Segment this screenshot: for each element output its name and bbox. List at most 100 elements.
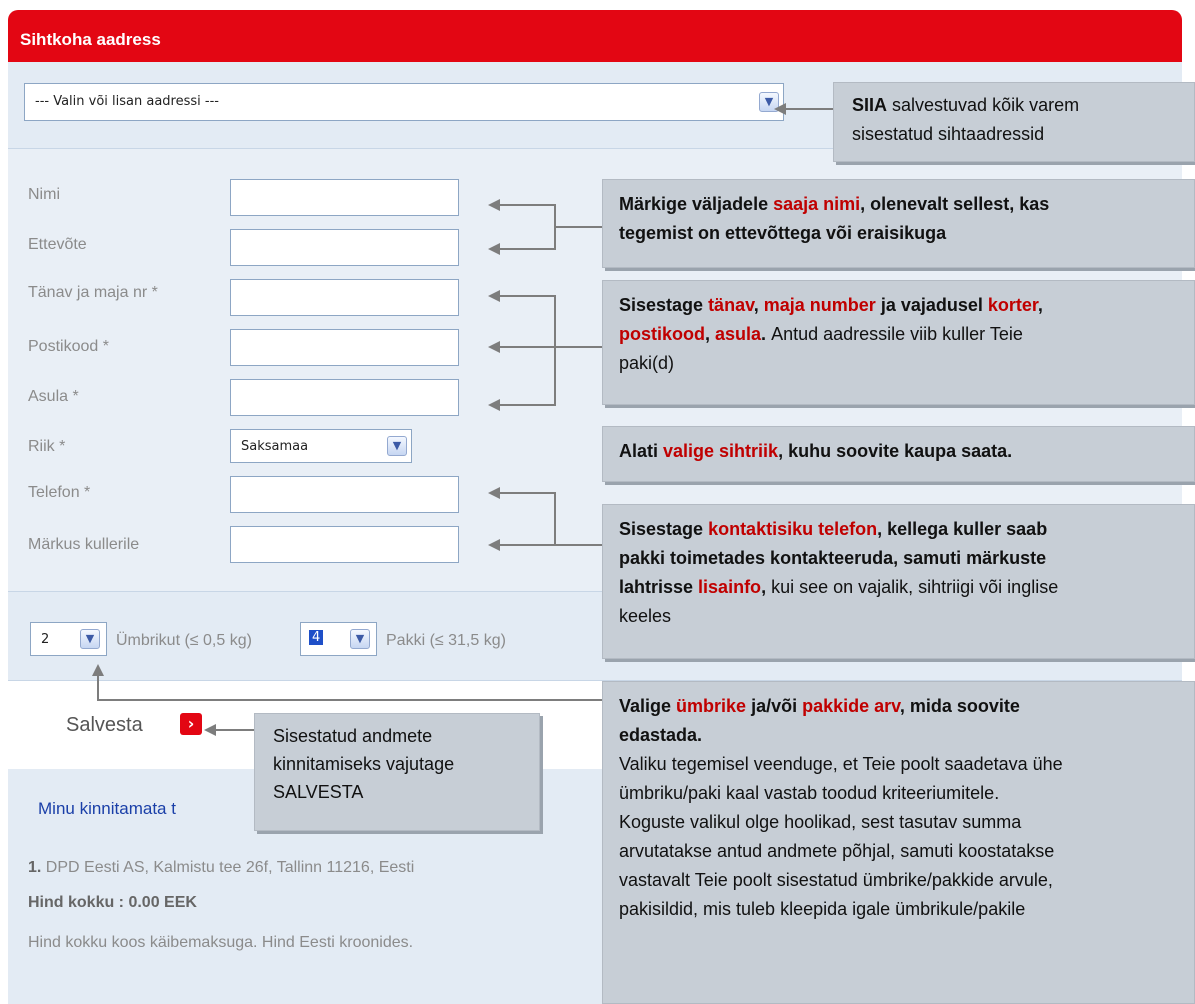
callout-highlight: kontaktisiku telefon xyxy=(708,519,878,539)
callout-text: tegemist on ettevõttega või eraisikuga xyxy=(619,223,947,243)
country-select-value: Saksamaa xyxy=(241,439,309,454)
callout-name: Märkige väljadele saaja nimi, olenevalt … xyxy=(602,179,1195,268)
chevron-down-icon[interactable]: ▼ xyxy=(80,629,100,649)
city-input[interactable] xyxy=(230,379,459,416)
arrow-up-icon xyxy=(92,664,104,676)
callout-highlight: ümbrike xyxy=(676,696,747,716)
callout-text: lahtrisse xyxy=(619,577,699,597)
arrow-left-icon xyxy=(488,199,500,211)
connector-line xyxy=(496,404,554,406)
connector-line xyxy=(496,492,554,494)
arrow-left-icon xyxy=(488,487,500,499)
connector-line xyxy=(496,204,554,206)
label-markus: Märkus kullerile xyxy=(28,536,140,553)
save-label[interactable]: Salvesta xyxy=(66,714,143,737)
connector-line xyxy=(97,676,99,700)
country-select[interactable]: Saksamaa ▼ xyxy=(230,429,412,463)
callout-text: , olenevalt sellest, kas xyxy=(860,194,1050,214)
connector-line xyxy=(212,729,254,731)
callout-save: Sisestatud andmete kinnitamiseks vajutag… xyxy=(254,713,540,831)
arrow-left-icon xyxy=(774,103,786,115)
callout-text: , xyxy=(1037,295,1043,315)
callout-text: SALVESTA xyxy=(273,782,364,802)
callout-highlight: saaja nimi xyxy=(773,194,861,214)
callout-text: keeles xyxy=(619,606,672,626)
callout-country: Alati valige sihtriik, kuhu soovite kaup… xyxy=(602,426,1195,482)
connector-line xyxy=(496,346,554,348)
summary-total-text: Hind kokku : 0.00 EEK xyxy=(28,894,197,911)
label-nimi: Nimi xyxy=(28,186,60,203)
callout-text: paki(d) xyxy=(619,353,675,373)
package-count-value: 4 xyxy=(309,630,324,645)
callout-phone: Sisestage kontaktisiku telefon, kellega … xyxy=(602,504,1195,659)
callout-siia-bold: SIIA xyxy=(852,95,888,115)
callout-text: pakki toimetades kontakteeruda, samuti m… xyxy=(619,548,1047,568)
callout-text: kinnitamiseks vajutage xyxy=(273,754,455,774)
connector-line xyxy=(496,544,554,546)
envelope-count-value: 2 xyxy=(41,632,50,647)
callout-highlight: lisainfo xyxy=(698,577,762,597)
package-count-select[interactable]: 4 ▼ xyxy=(300,622,377,656)
chevron-down-icon[interactable]: ▼ xyxy=(387,436,407,456)
callout-text: Antud aadressile viib kuller Teie xyxy=(771,324,1023,344)
summary-item-text: DPD Eesti AS, Kalmistu tee 26f, Tallinn … xyxy=(41,859,415,876)
connector-line xyxy=(556,544,602,546)
arrow-left-icon xyxy=(488,290,500,302)
callout-highlight: pakkide arv xyxy=(802,696,900,716)
callout-text: arvutatakse antud andmete põhjal, samuti… xyxy=(619,841,1055,861)
connector-line xyxy=(97,699,602,701)
callout-highlight: korter xyxy=(987,295,1038,315)
summary-total: Hind kokku : 0.00 EEK xyxy=(28,894,197,912)
callout-text: Koguste valikul olge hoolikad, sest tasu… xyxy=(619,812,1022,832)
callout-text: Valige xyxy=(619,696,677,716)
connector-line xyxy=(556,346,602,348)
callout-text: , mida soovite xyxy=(899,696,1020,716)
envelope-label: Ümbrikut (≤ 0,5 kg) xyxy=(116,632,252,649)
label-tanav: Tänav ja maja nr * xyxy=(28,284,158,301)
callout-packages: Valige ümbrike ja/või pakkide arv, mida … xyxy=(602,681,1195,1004)
callout-text: Alati xyxy=(619,441,664,461)
callout-text: Märkige väljadele xyxy=(619,194,774,214)
callout-text: Sisestage xyxy=(619,519,709,539)
connector-line xyxy=(556,226,602,228)
callout-text: Sisestage xyxy=(619,295,709,315)
envelope-count-select[interactable]: 2 ▼ xyxy=(30,622,107,656)
callout-highlight: tänav xyxy=(708,295,754,315)
callout-siia-text2: sisestatud sihtaadressid xyxy=(852,124,1045,144)
postcode-input[interactable] xyxy=(230,329,459,366)
callout-saved-addresses: SIIA salvestuvad kõik varem sisestatud s… xyxy=(833,82,1195,162)
street-input[interactable] xyxy=(230,279,459,316)
callout-text: , kuhu soovite kaupa saata. xyxy=(778,441,1013,461)
label-riik: Riik * xyxy=(28,438,66,455)
callout-text: , xyxy=(761,577,772,597)
address-select[interactable]: --- Valin või lisan aadressi --- ▼ xyxy=(24,83,784,121)
unconfirmed-link[interactable]: Minu kinnitamata t xyxy=(38,799,176,819)
label-ettevote: Ettevõte xyxy=(28,236,87,253)
courier-note-input[interactable] xyxy=(230,526,459,563)
callout-text: vastavalt Teie poolt sisestatud ümbrike/… xyxy=(619,870,1053,890)
arrow-left-icon xyxy=(488,243,500,255)
connector-line xyxy=(496,295,554,297)
section-title: Sihtkoha aadress xyxy=(20,30,161,49)
package-label: Pakki (≤ 31,5 kg) xyxy=(386,632,506,649)
chevron-right-icon[interactable]: › xyxy=(180,713,202,735)
callout-highlight: asula xyxy=(715,324,762,344)
callout-text: ja vajadusel xyxy=(875,295,988,315)
arrow-left-icon xyxy=(488,399,500,411)
callout-siia-text1: salvestuvad kõik varem xyxy=(887,95,1080,115)
arrow-left-icon xyxy=(488,341,500,353)
chevron-down-icon[interactable]: ▼ xyxy=(350,629,370,649)
summary-item: 1. DPD Eesti AS, Kalmistu tee 26f, Talli… xyxy=(28,859,414,877)
callout-text: , kellega kuller saab xyxy=(877,519,1048,539)
arrow-left-icon xyxy=(488,539,500,551)
company-input[interactable] xyxy=(230,229,459,266)
address-select-value: --- Valin või lisan aadressi --- xyxy=(35,94,219,109)
callout-highlight: maja number xyxy=(763,295,876,315)
callout-text: kui see on vajalik, sihtriigi või inglis… xyxy=(771,577,1059,597)
connector-line xyxy=(554,295,556,406)
section-header: Sihtkoha aadress xyxy=(8,10,1182,62)
callout-text: ümbriku/paki kaal vastab toodud kriteeri… xyxy=(619,783,1000,803)
label-telefon: Telefon * xyxy=(28,484,91,501)
phone-input[interactable] xyxy=(230,476,459,513)
name-input[interactable] xyxy=(230,179,459,216)
